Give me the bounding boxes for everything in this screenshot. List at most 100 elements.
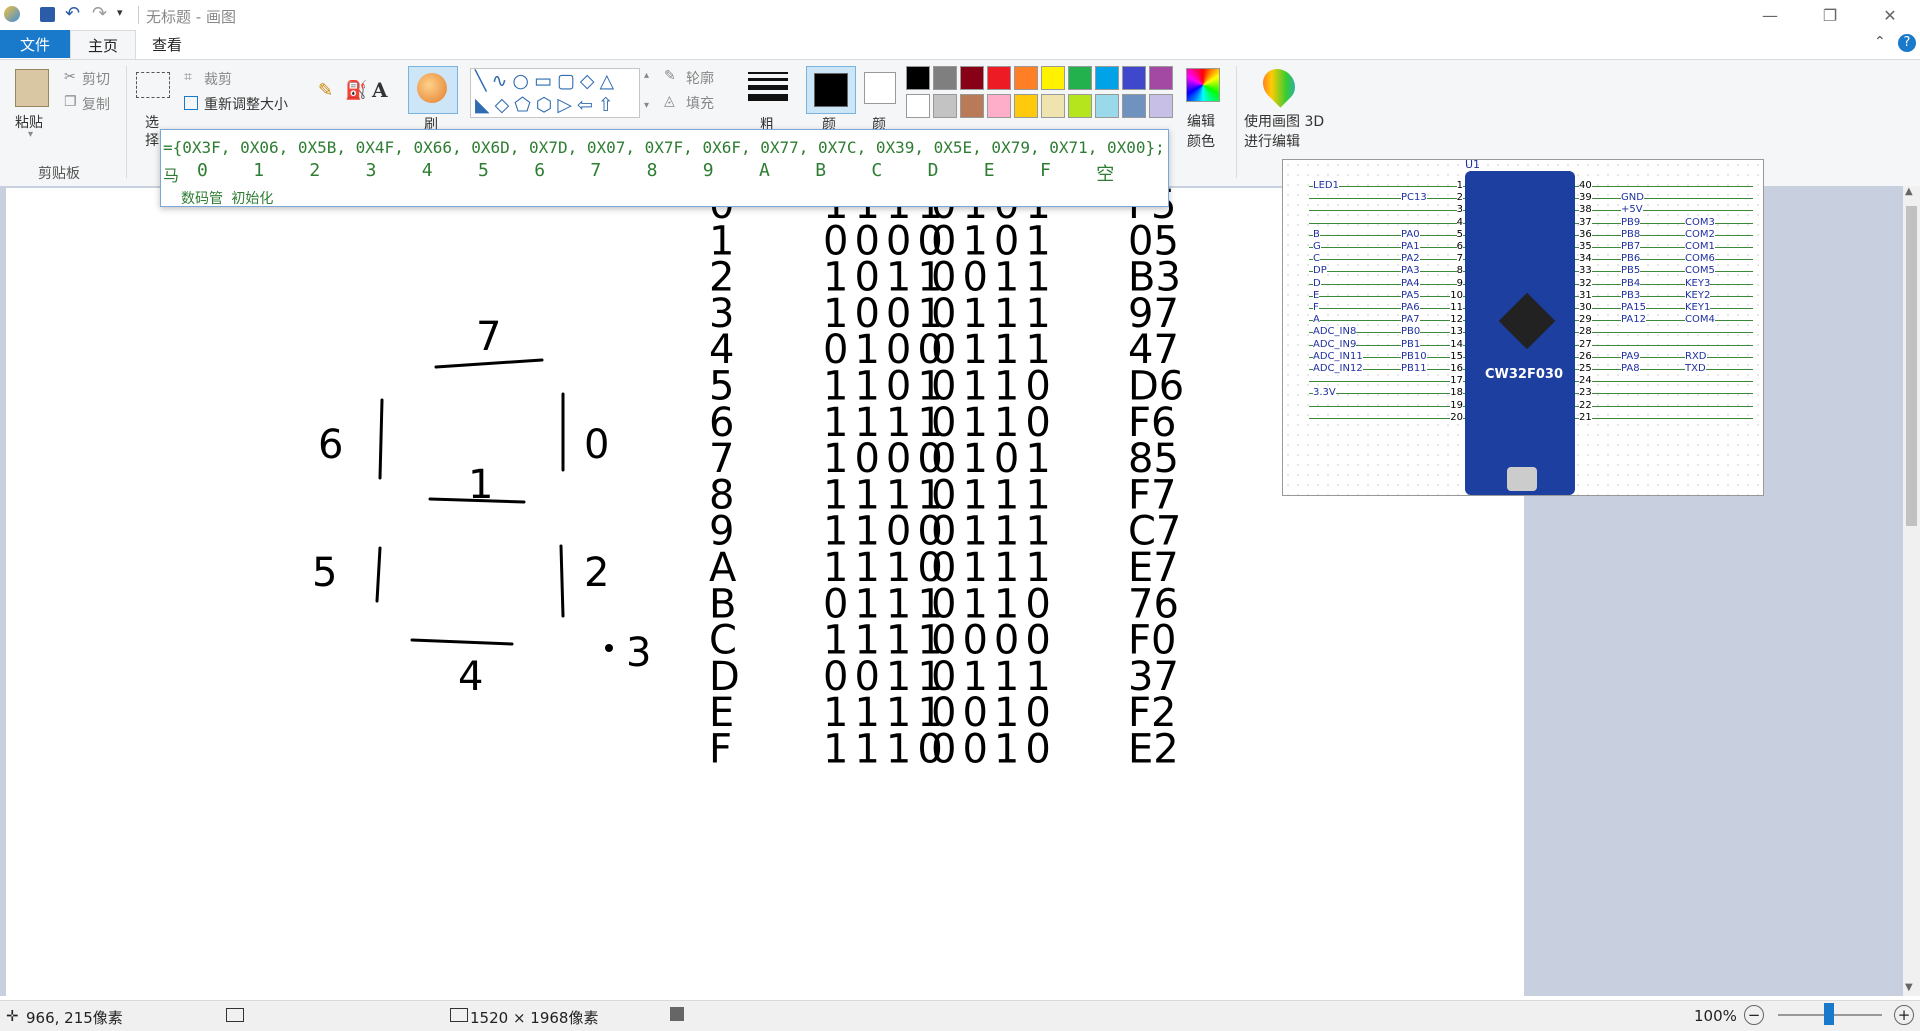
code-comment-item: 4	[421, 160, 433, 181]
shapes-scroll-up-icon[interactable]: ▴	[644, 70, 649, 81]
schematic-left-nets: ADC_IN12	[1313, 363, 1363, 375]
copy-button[interactable]: 复制	[82, 94, 110, 114]
palette-swatch[interactable]	[933, 66, 957, 90]
schematic-right-pins: PA15	[1621, 302, 1646, 314]
schematic-wire	[1309, 234, 1465, 236]
tab-view[interactable]: 查看	[140, 30, 194, 58]
resize-button[interactable]: 重新调整大小	[204, 94, 288, 114]
palette-swatch[interactable]	[1068, 66, 1092, 90]
schematic-wire	[1309, 247, 1465, 248]
edit-colors-button[interactable]: 编辑颜色	[1187, 112, 1221, 152]
fill-button[interactable]: 填充	[686, 93, 714, 113]
minimize-button[interactable]: —	[1740, 0, 1800, 30]
paint-app-icon[interactable]	[4, 6, 20, 22]
color2-button[interactable]	[864, 72, 896, 104]
schematic-pin-row: 24	[1575, 375, 1763, 388]
text-tool-icon[interactable]: A	[372, 78, 388, 102]
segment-bottom-line	[410, 638, 514, 646]
pencil-icon[interactable]: ✎	[318, 80, 333, 101]
title-bar: ↶ ↷ ▾ 无标题 - 画图 — ❐ ✕	[0, 0, 1920, 30]
palette-swatch[interactable]	[906, 66, 930, 90]
schematic-right-nets: KEY2	[1685, 289, 1711, 302]
palette-swatch[interactable]	[1041, 66, 1065, 90]
palette-swatch[interactable]	[1149, 66, 1173, 90]
help-icon[interactable]: ?	[1898, 34, 1916, 52]
schematic-right-nums: 36	[1579, 228, 1592, 241]
schematic-right-pins: PB4	[1621, 277, 1641, 290]
schematic-right-nets: COM2	[1685, 228, 1715, 241]
select-icon[interactable]	[136, 72, 170, 98]
palette-swatch[interactable]	[933, 94, 957, 118]
palette-swatch[interactable]	[1014, 94, 1038, 118]
schematic-left-pins: PA5	[1401, 289, 1420, 302]
schematic-left-nums: 17	[1450, 375, 1463, 388]
schematic-pin-row: 19	[1283, 399, 1465, 412]
scroll-thumb[interactable]	[1906, 206, 1917, 526]
palette-swatch[interactable]	[987, 66, 1011, 90]
paste-icon[interactable]	[15, 69, 49, 107]
cut-button[interactable]: 剪切	[82, 69, 110, 89]
schematic-right-nums: 38	[1579, 204, 1592, 217]
schematic-right-nets: TXD	[1685, 363, 1706, 375]
color1-swatch	[814, 73, 848, 107]
redo-icon[interactable]: ↷	[92, 3, 107, 24]
undo-icon[interactable]: ↶	[65, 3, 80, 24]
select-button[interactable]: 选择	[145, 114, 161, 150]
shapes-more-icon[interactable]: ▾	[644, 100, 649, 111]
paste-dropdown-icon[interactable]: ▾	[28, 129, 33, 140]
color1-button[interactable]	[806, 66, 856, 114]
palette-swatch[interactable]	[960, 66, 984, 90]
color-palette	[906, 66, 1176, 122]
segment-label-lower-left: 5	[312, 550, 337, 596]
fill-icon: ◬	[664, 93, 675, 109]
palette-swatch[interactable]	[1122, 66, 1146, 90]
palette-swatch[interactable]	[987, 94, 1011, 118]
schematic-pin-row: E PA5 10	[1283, 289, 1465, 302]
paint3d-icon[interactable]	[1256, 62, 1302, 108]
code-comment-item: F	[1040, 160, 1051, 181]
palette-swatch[interactable]	[1122, 94, 1146, 118]
outline-button[interactable]: 轮廓	[686, 68, 714, 88]
schematic-left-nums: 9	[1456, 277, 1463, 290]
size-icon[interactable]	[748, 72, 788, 101]
quick-access-dropdown-icon[interactable]: ▾	[117, 6, 123, 19]
paint3d-button[interactable]: 使用画图 3D 进行编辑	[1244, 112, 1326, 152]
schematic-right-nums: 24	[1579, 375, 1592, 388]
scroll-down-icon[interactable]: ▼	[1905, 982, 1913, 993]
palette-swatch[interactable]	[960, 94, 984, 118]
shapes-gallery[interactable]: ╲∿○▭▢◇△ ◣◇⬠⬡▷⇦⇧	[470, 68, 640, 118]
palette-swatch[interactable]	[1149, 94, 1173, 118]
schematic-ref: U1	[1465, 159, 1481, 171]
resize-icon	[184, 96, 198, 110]
vertical-scrollbar[interactable]: ▲ ▼	[1903, 186, 1920, 996]
disk-size-icon	[670, 1007, 684, 1021]
table-high-cell: 1110	[823, 727, 949, 773]
palette-swatch[interactable]	[1095, 66, 1119, 90]
brushes-button[interactable]	[408, 66, 458, 114]
tab-home[interactable]: 主页	[70, 30, 136, 60]
tab-file[interactable]: 文件	[0, 30, 70, 58]
crop-button[interactable]: 裁剪	[204, 69, 232, 89]
palette-swatch[interactable]	[1014, 66, 1038, 90]
fill-bucket-icon[interactable]: ⛽	[345, 80, 367, 101]
zoom-out-button[interactable]: −	[1744, 1005, 1764, 1025]
drawing-canvas[interactable]: 7 6 0 1 5 2 3 4 0 1111 0101 F5 1 0000 0101 05 2 1…	[6, 159, 1764, 996]
scroll-up-icon[interactable]: ▲	[1905, 186, 1913, 197]
schematic-pin-row: 32 PB4 KEY3	[1575, 277, 1763, 290]
edit-colors-icon[interactable]	[1186, 68, 1220, 102]
schematic-wire	[1309, 198, 1465, 200]
palette-swatch[interactable]	[1068, 94, 1092, 118]
palette-swatch[interactable]	[1041, 94, 1065, 118]
palette-swatch[interactable]	[906, 94, 930, 118]
palette-swatch[interactable]	[1095, 94, 1119, 118]
zoom-level: 100%	[1694, 1007, 1737, 1025]
close-button[interactable]: ✕	[1860, 0, 1920, 30]
schematic-right-nums: 21	[1579, 411, 1592, 424]
collapse-ribbon-icon[interactable]: ⌃	[1874, 34, 1886, 50]
zoom-in-button[interactable]: +	[1894, 1005, 1914, 1025]
schematic-pin-row: C PA2 7	[1283, 253, 1465, 266]
restore-button[interactable]: ❐	[1800, 0, 1860, 30]
save-icon[interactable]	[40, 7, 55, 22]
copy-icon: ❐	[64, 94, 77, 110]
zoom-slider-thumb[interactable]	[1824, 1003, 1834, 1025]
